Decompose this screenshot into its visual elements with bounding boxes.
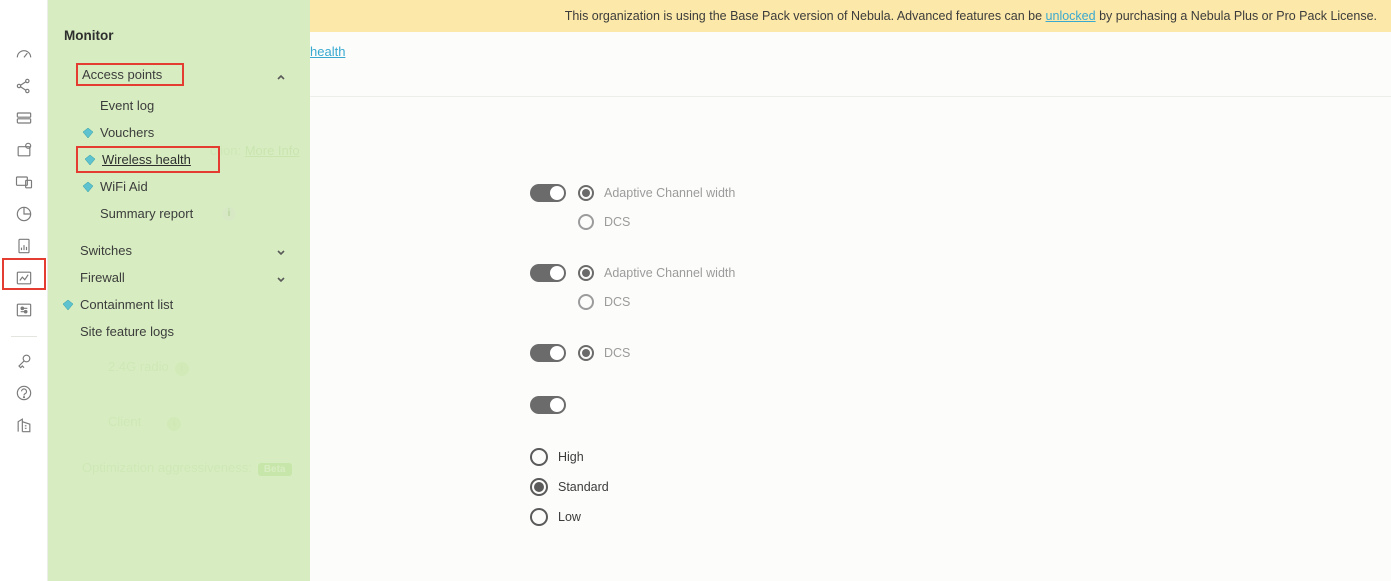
radio-adaptive-1[interactable] <box>578 185 594 201</box>
nav-help[interactable] <box>8 377 40 409</box>
nav-clients[interactable] <box>8 166 40 198</box>
pie-icon <box>14 204 34 224</box>
menu-switches[interactable]: Switches <box>62 237 290 264</box>
label-adaptive-2: Adaptive Channel width <box>604 266 735 280</box>
nav-reports[interactable] <box>8 230 40 262</box>
toggle-4[interactable] <box>530 396 566 414</box>
setting-row-1b: DCS <box>578 214 1371 230</box>
sliders-icon <box>14 300 34 320</box>
nav-devices[interactable] <box>8 102 40 134</box>
menu-vouchers[interactable]: Vouchers <box>62 119 290 146</box>
nav-monitor[interactable] <box>8 262 40 294</box>
setting-row-4 <box>530 396 1371 414</box>
map-pin-icon <box>14 140 34 160</box>
menu-wifi-aid[interactable]: WiFi Aid <box>62 173 290 200</box>
setting-row-2b: DCS <box>578 294 1371 310</box>
menu-site-feature-logs[interactable]: Site feature logs <box>62 318 290 345</box>
label-adaptive-1: Adaptive Channel width <box>604 186 735 200</box>
menu-title: Monitor <box>62 28 290 43</box>
toggle-3[interactable] <box>530 344 566 362</box>
diamond-icon <box>82 181 94 193</box>
devices-icon <box>14 172 34 192</box>
nav-rail <box>0 0 48 581</box>
key-icon <box>14 351 34 371</box>
report-icon <box>14 236 34 256</box>
diamond-icon <box>84 154 96 166</box>
license-banner: This organization is using the Base Pack… <box>310 0 1391 32</box>
radio-low[interactable] <box>530 508 548 526</box>
diamond-icon <box>82 127 94 139</box>
nav-configure[interactable] <box>8 294 40 326</box>
label-dcs-3: DCS <box>604 346 630 360</box>
aggr-low-row: Low <box>530 508 1371 526</box>
nav-applications[interactable] <box>8 198 40 230</box>
rail-divider <box>11 336 37 337</box>
radio-dcs-3[interactable] <box>578 345 594 361</box>
radio-adaptive-2[interactable] <box>578 265 594 281</box>
menu-summary-report[interactable]: Summary report i <box>62 200 290 227</box>
monitor-submenu: Monitor Access points Event log Vouchers… <box>48 0 310 581</box>
banner-text: This organization is using the Base Pack… <box>565 9 1377 23</box>
gauge-icon <box>14 44 34 64</box>
building-icon <box>14 415 34 435</box>
nav-license[interactable] <box>8 345 40 377</box>
main-divider <box>310 96 1391 109</box>
diamond-icon <box>62 299 74 311</box>
menu-wireless-health[interactable]: Wireless health <box>76 146 220 173</box>
nav-dashboard[interactable] <box>8 38 40 70</box>
menu-event-log[interactable]: Event log <box>62 92 290 119</box>
info-icon: i <box>222 207 236 221</box>
server-icon <box>14 108 34 128</box>
setting-row-1: Adaptive Channel width <box>530 184 1371 202</box>
radio-dcs-1[interactable] <box>578 214 594 230</box>
settings-column: Adaptive Channel width DCS Adaptive Chan… <box>530 184 1371 538</box>
radio-high[interactable] <box>530 448 548 466</box>
toggle-1[interactable] <box>530 184 566 202</box>
label-dcs-1: DCS <box>604 215 630 229</box>
setting-row-2: Adaptive Channel width <box>530 264 1371 282</box>
chevron-down-icon <box>276 273 286 283</box>
menu-containment[interactable]: Containment list <box>62 291 290 318</box>
banner-unlock-link[interactable]: unlocked <box>1046 9 1096 23</box>
setting-row-3: DCS <box>530 344 1371 362</box>
aggr-standard-row: Standard <box>530 478 1371 496</box>
radio-dcs-2[interactable] <box>578 294 594 310</box>
nav-topology[interactable] <box>8 70 40 102</box>
label-high: High <box>558 450 584 464</box>
label-low: Low <box>558 510 581 524</box>
breadcrumb-tail[interactable]: health <box>310 44 345 59</box>
radio-standard[interactable] <box>530 478 548 496</box>
nav-map[interactable] <box>8 134 40 166</box>
toggle-2[interactable] <box>530 264 566 282</box>
line-chart-icon <box>14 268 34 288</box>
help-icon <box>14 383 34 403</box>
menu-firewall[interactable]: Firewall <box>62 264 290 291</box>
label-standard: Standard <box>558 480 609 494</box>
menu-access-points[interactable]: Access points <box>62 57 290 92</box>
share-icon <box>14 76 34 96</box>
aggr-high-row: High <box>530 448 1371 466</box>
label-dcs-2: DCS <box>604 295 630 309</box>
chevron-down-icon <box>276 246 286 256</box>
nav-org[interactable] <box>8 409 40 441</box>
chevron-up-icon <box>276 70 286 80</box>
